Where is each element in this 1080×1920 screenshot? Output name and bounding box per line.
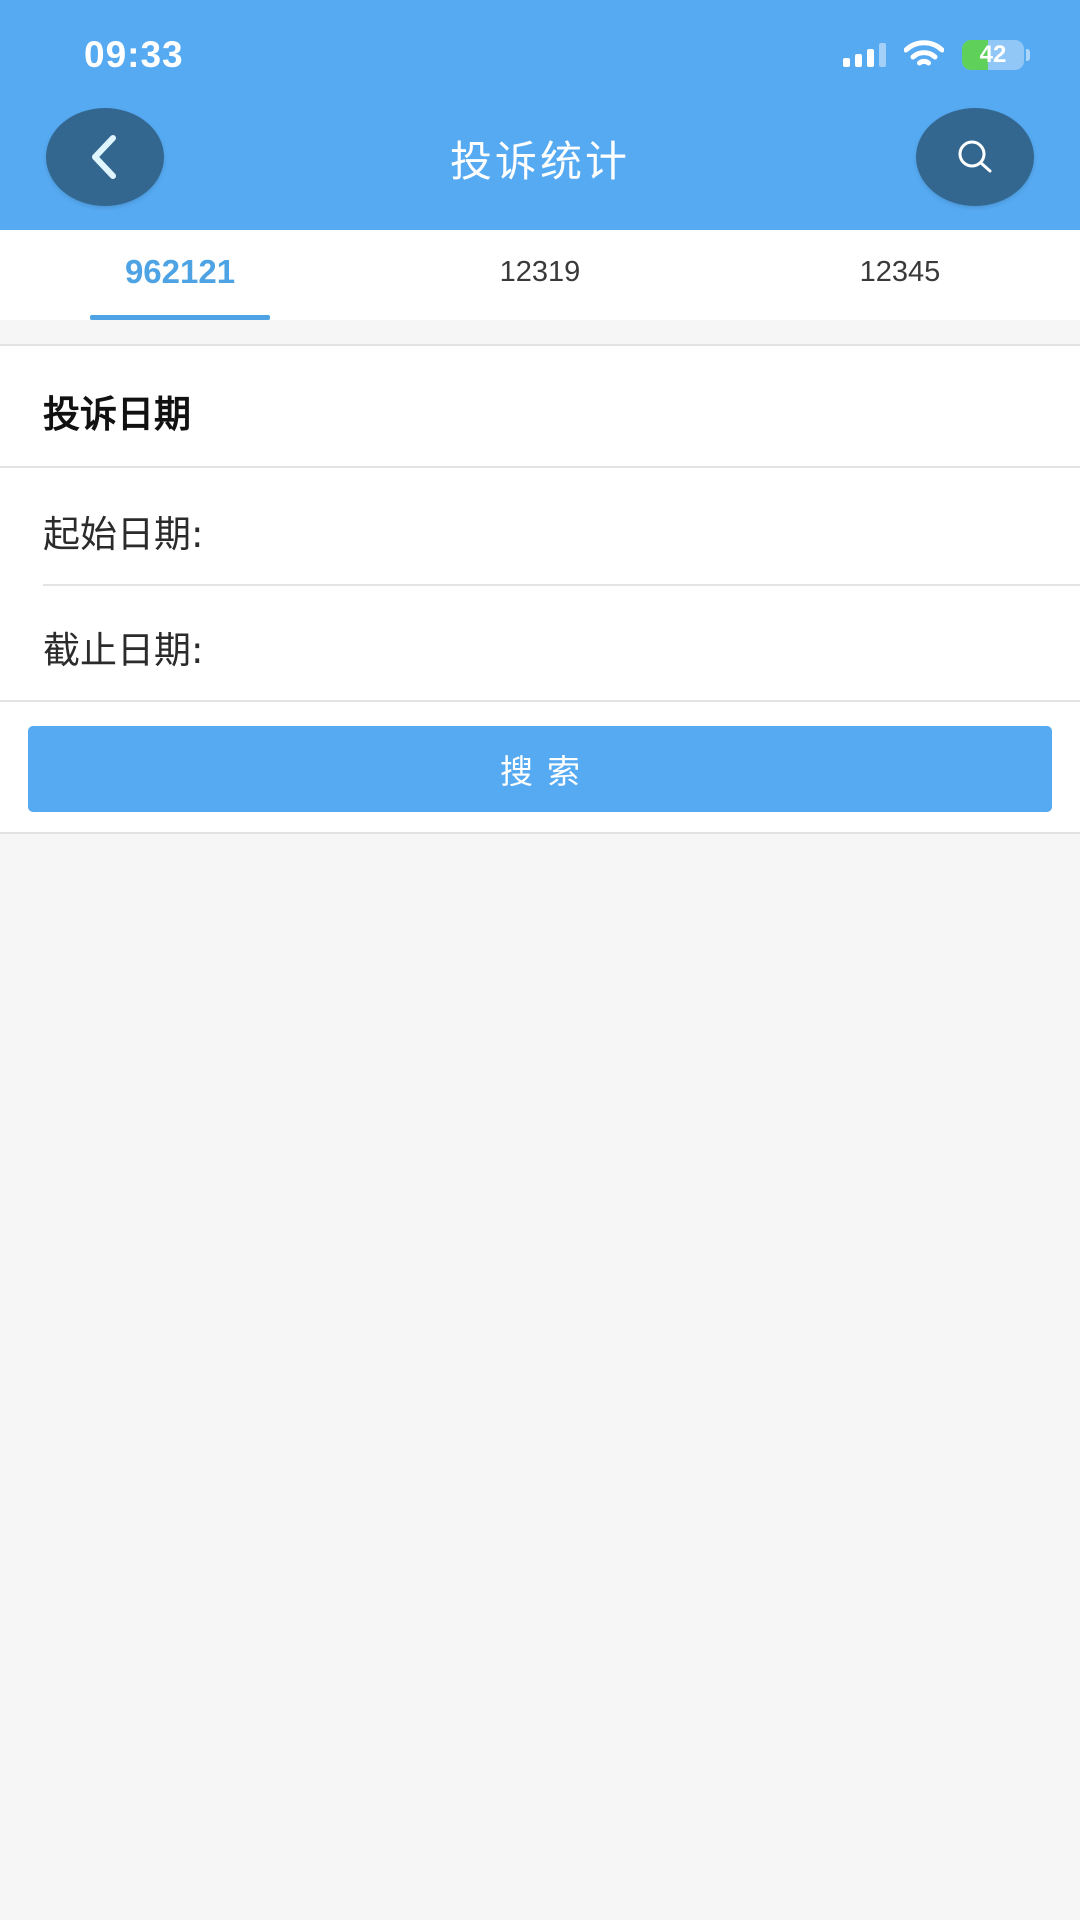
date-form: 投诉日期 起始日期: 截止日期: 搜索 [0,344,1080,834]
battery-tip [1026,49,1030,61]
divider [0,700,1080,702]
wifi-icon [904,40,944,66]
search-icon [958,140,992,173]
tab-12345[interactable]: 12345 [720,230,1080,320]
tab-12319[interactable]: 12319 [360,230,720,320]
divider [0,466,1080,468]
section-title: 投诉日期 [43,393,191,436]
end-date-input[interactable] [250,614,1050,674]
end-date-label: 截止日期: [43,629,204,672]
status-icons: 42 [843,38,1030,72]
app-header: 09:33 42 投诉统计 [0,0,1080,230]
cellular-signal-icon [843,43,886,67]
start-date-input[interactable] [250,498,1050,558]
divider [43,584,1080,586]
tab-962121[interactable]: 962121 [0,230,360,320]
submit-search-button[interactable]: 搜索 [28,726,1052,812]
search-button[interactable] [916,108,1034,206]
tab-bar: 962121 12319 12345 [0,230,1080,320]
battery-icon: 42 [962,40,1024,70]
battery-percent: 42 [979,41,1007,68]
start-date-label: 起始日期: [43,513,204,556]
status-time: 09:33 [84,34,184,75]
